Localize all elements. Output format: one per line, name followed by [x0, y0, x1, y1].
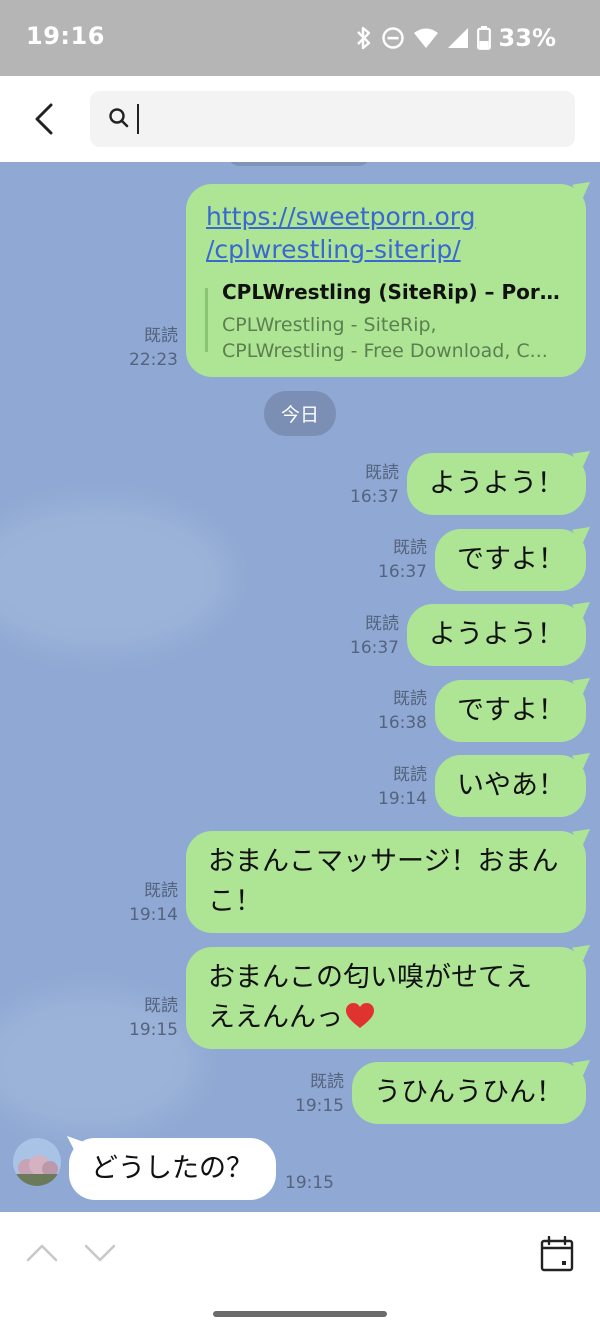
- message-time: 22:23: [129, 350, 178, 370]
- previous-result-button[interactable]: [24, 1238, 64, 1268]
- message-bubble[interactable]: ようよう！: [407, 604, 586, 666]
- message-time: 19:14: [129, 905, 178, 925]
- read-receipt: 既読: [365, 463, 399, 483]
- message-meta: 既読 19:14: [110, 879, 178, 927]
- message-bubble[interactable]: おまんこマッサージ！おまん こ！: [186, 831, 586, 933]
- back-button[interactable]: [22, 94, 66, 144]
- message-text: いやあ！: [457, 770, 565, 801]
- incoming-message-bubble[interactable]: どうしたの？: [69, 1138, 276, 1200]
- search-input[interactable]: [136, 99, 556, 139]
- link-preview-title[interactable]: CPLWrestling (SiteRip) – Porn...: [222, 280, 567, 304]
- background-cloud: [0, 502, 230, 652]
- link-url-line1[interactable]: https://sweetporn.org: [206, 202, 475, 231]
- message-text-line2: ええんんっ: [208, 1002, 343, 1033]
- message-bubble[interactable]: おまんこの匂い嗅がせてえ ええんんっ: [186, 947, 586, 1049]
- message-meta: 既読 19:15: [110, 994, 178, 1042]
- chevron-up-icon: [26, 1244, 58, 1262]
- battery-percent: 33%: [498, 24, 556, 52]
- message-text: どうしたの？: [91, 1153, 253, 1184]
- message-bubble[interactable]: ようよう！: [407, 453, 586, 515]
- bluetooth-icon: [355, 25, 373, 51]
- read-receipt: 既読: [144, 881, 178, 901]
- link-preview-description[interactable]: CPLWrestling - SiteRip, CPLWrestling - F…: [222, 312, 567, 364]
- read-receipt: 既読: [310, 1072, 344, 1092]
- calendar-button[interactable]: [540, 1235, 574, 1272]
- status-time: 19:16: [26, 22, 105, 50]
- link-preview-bar: [205, 288, 208, 352]
- heart-emoji-icon: [345, 1002, 375, 1042]
- link-preview-desc-line2: CPLWrestling - Free Download, C...: [222, 340, 548, 362]
- search-navigation-bar: [0, 1212, 600, 1333]
- message-text: ようよう！: [429, 468, 564, 499]
- battery-icon: [476, 26, 491, 50]
- message-meta: 既読 16:37: [330, 612, 399, 660]
- do-not-disturb-icon: [381, 26, 405, 50]
- status-bar: 19:16 33%: [0, 0, 600, 76]
- read-receipt: 既読: [393, 538, 427, 558]
- status-icons: 33%: [355, 22, 556, 54]
- date-separator: 今日: [264, 391, 336, 436]
- message-bubble[interactable]: いやあ！: [435, 755, 586, 817]
- message-time: 19:15: [295, 1096, 344, 1116]
- message-text: うひんうひん！: [374, 1077, 563, 1108]
- message-time: 16:37: [350, 638, 399, 658]
- cell-signal-icon: [447, 27, 469, 49]
- message-time: 16:37: [350, 487, 399, 507]
- chevron-left-icon: [35, 103, 53, 135]
- link-url[interactable]: https://sweetporn.org /cplwrestling-site…: [206, 200, 506, 266]
- previous-date-separator: [228, 162, 370, 166]
- message-time: 16:38: [378, 713, 427, 733]
- text-caret: [137, 104, 139, 134]
- message-text: ですよ！: [457, 544, 565, 575]
- message-bubble[interactable]: ですよ！: [435, 680, 586, 742]
- message-text-line1: おまんこの匂い嗅がせてえ: [208, 962, 532, 993]
- read-receipt: 既読: [393, 689, 427, 709]
- message-meta: 既読 22:23: [110, 324, 178, 372]
- message-time: 19:14: [378, 789, 427, 809]
- message-meta: 既読 16:38: [358, 687, 427, 735]
- read-receipt: 既読: [393, 765, 427, 785]
- next-result-button[interactable]: [82, 1238, 122, 1268]
- message-time: 19:15: [285, 1173, 334, 1193]
- chat-area[interactable]: https://sweetporn.org /cplwrestling-site…: [0, 162, 600, 1212]
- link-message-bubble[interactable]: https://sweetporn.org /cplwrestling-site…: [186, 184, 586, 377]
- search-header: [0, 76, 600, 162]
- read-receipt: 既読: [144, 996, 178, 1016]
- message-meta: 既読 19:14: [358, 763, 427, 811]
- search-icon: [108, 107, 130, 133]
- message-text: ですよ！: [457, 695, 565, 726]
- chevron-down-icon: [84, 1244, 116, 1262]
- read-receipt: 既読: [365, 614, 399, 634]
- message-bubble[interactable]: うひんうひん！: [352, 1062, 586, 1124]
- home-indicator[interactable]: [213, 1311, 387, 1317]
- wifi-icon: [413, 27, 439, 49]
- message-text: ようよう！: [429, 619, 564, 650]
- message-text-line1: おまんこマッサージ！おまん: [208, 846, 559, 877]
- search-box[interactable]: [90, 91, 575, 147]
- message-meta: 既読 19:15: [276, 1070, 344, 1118]
- message-meta: 既読 16:37: [330, 461, 399, 509]
- link-preview-desc-line1: CPLWrestling - SiteRip,: [222, 314, 437, 336]
- message-meta: 既読 16:37: [358, 536, 427, 584]
- message-time: 16:37: [378, 562, 427, 582]
- contact-avatar[interactable]: [13, 1138, 61, 1186]
- read-receipt: 既読: [144, 326, 178, 346]
- link-url-line2[interactable]: /cplwrestling-siterip/: [206, 235, 461, 264]
- message-text-line2: こ！: [208, 886, 262, 917]
- calendar-icon: [540, 1235, 574, 1272]
- message-time: 19:15: [129, 1020, 178, 1040]
- message-bubble[interactable]: ですよ！: [435, 529, 586, 591]
